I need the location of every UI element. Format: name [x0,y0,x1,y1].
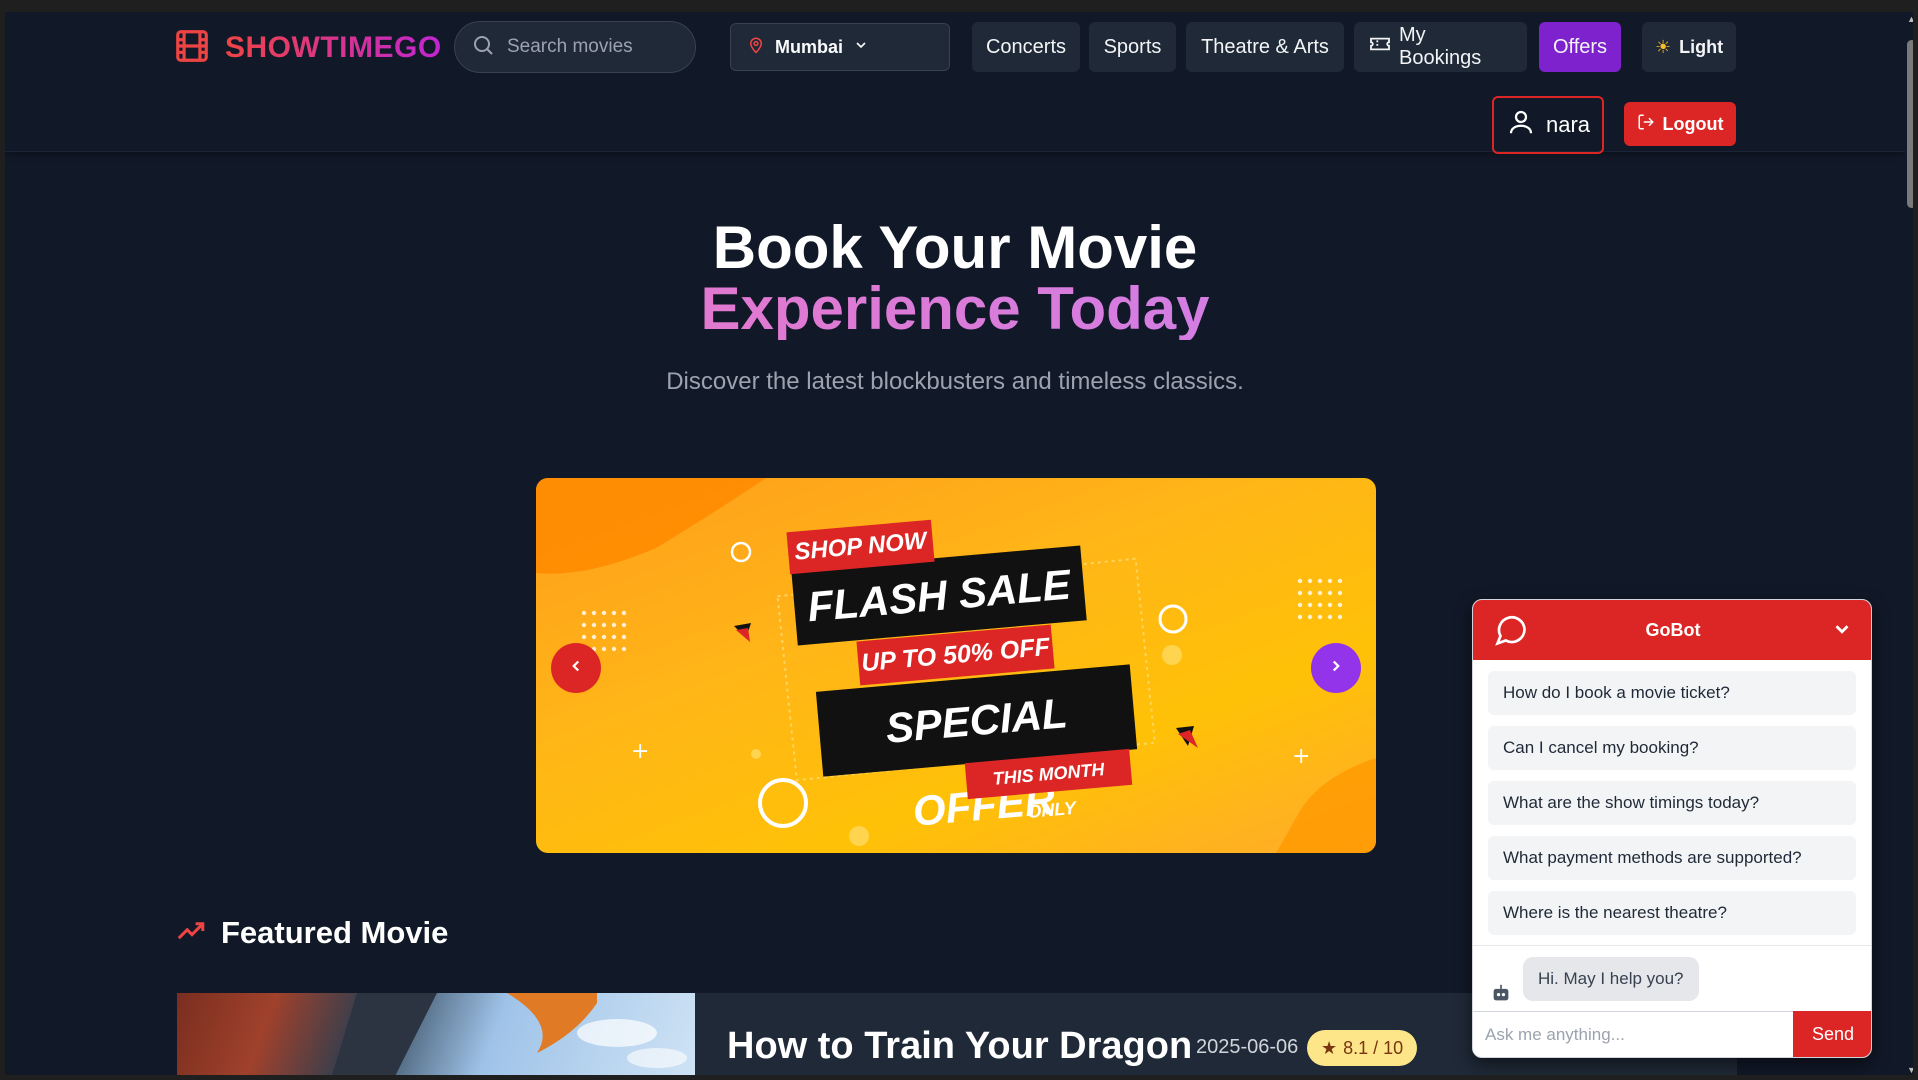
send-button[interactable]: Send [1793,1011,1871,1057]
ticket-icon [1369,35,1391,59]
search-icon [471,33,495,62]
nav-sports[interactable]: Sports [1089,22,1176,72]
sun-icon: ☀ [1654,36,1672,57]
search-input[interactable] [507,36,657,58]
star-icon: ★ [1321,1037,1338,1058]
logout-label: Logout [1662,113,1724,134]
scroll-down-icon[interactable]: ▼ [1906,1065,1913,1075]
nav-concerts[interactable]: Concerts [972,22,1080,72]
svg-text:+: + [1292,744,1310,769]
movie-release-date: 2025-06-06 [1196,1036,1299,1058]
carousel-prev-button[interactable] [551,643,601,693]
brand-name: SHOWTIMEGO [225,31,442,64]
chevron-down-icon[interactable] [1831,618,1853,645]
nav-theatre-arts[interactable]: Theatre & Arts [1186,22,1344,72]
nav-my-bookings[interactable]: My Bookings [1354,22,1527,72]
poster-art [332,993,687,1075]
chevron-left-icon [567,657,585,680]
bot-message: Hi. May I help you? [1523,957,1699,1001]
user-name: nara [1545,112,1591,137]
scroll-thumb[interactable] [1907,40,1913,208]
chat-suggestion[interactable]: How do I book a movie ticket? [1488,671,1856,715]
chat-divider [1473,945,1871,946]
chevron-right-icon [1327,657,1345,680]
page-scrollbar[interactable]: ▲ ▼ [1905,12,1913,1075]
user-icon [1506,106,1536,144]
top-navbar: SHOWTIMEGO Mumbai Concerts Sports Theatr… [5,12,1905,154]
chevron-down-icon [853,37,869,58]
city-selector[interactable]: Mumbai [730,23,950,71]
chatbot-widget: GoBot How do I book a movie ticket? Can … [1472,599,1872,1058]
chat-suggestion[interactable]: What payment methods are supported? [1488,836,1856,880]
featured-heading-label: Featured Movie [221,915,449,950]
logout-button[interactable]: Logout [1624,102,1736,146]
logout-icon [1637,113,1655,136]
carousel-next-button[interactable] [1311,643,1361,693]
theme-toggle-label: Light [1679,36,1724,57]
chat-suggestion[interactable]: What are the show timings today? [1488,781,1856,825]
trending-up-icon [177,915,207,951]
user-profile[interactable]: nara [1492,96,1604,154]
rating-value: 8.1 / 10 [1343,1037,1404,1058]
chat-suggestion[interactable]: Where is the nearest theatre? [1488,891,1856,935]
movie-title: How to Train Your Dragon [727,1025,1193,1067]
svg-text:+: + [631,739,649,764]
scroll-up-icon[interactable]: ▲ [1906,14,1913,24]
film-icon [173,27,211,70]
nav-my-bookings-label: My Bookings [1399,24,1482,69]
browser-viewport: SHOWTIMEGO Mumbai Concerts Sports Theatr… [0,0,1918,1080]
theme-toggle[interactable]: ☀ Light [1642,22,1736,72]
chat-input[interactable] [1473,1011,1793,1057]
chat-suggestion[interactable]: Can I cancel my booking? [1488,726,1856,770]
chatbot-title: GoBot [1645,619,1701,640]
chatbot-header[interactable]: GoBot [1473,600,1871,660]
chat-bubble-icon [1493,612,1529,653]
movie-poster [177,993,695,1075]
hero-title-line1: Book Your Movie [712,214,1198,281]
robot-icon [1491,984,1511,1007]
search-bar[interactable] [454,21,696,73]
offers-carousel: + + FLASH SALE SHOP NOW UP TO 50% OFF SP… [536,478,1376,853]
city-name: Mumbai [775,36,844,57]
hero-title-line2: Experience Today [5,278,1905,340]
nav-offers[interactable]: Offers [1539,22,1621,72]
hero-subtitle: Discover the latest blockbusters and tim… [666,368,1244,395]
featured-heading: Featured Movie [177,915,448,951]
map-pin-icon [747,35,765,60]
brand-logo[interactable]: SHOWTIMEGO [173,28,442,68]
rating-badge: ★ 8.1 / 10 [1307,1030,1418,1066]
